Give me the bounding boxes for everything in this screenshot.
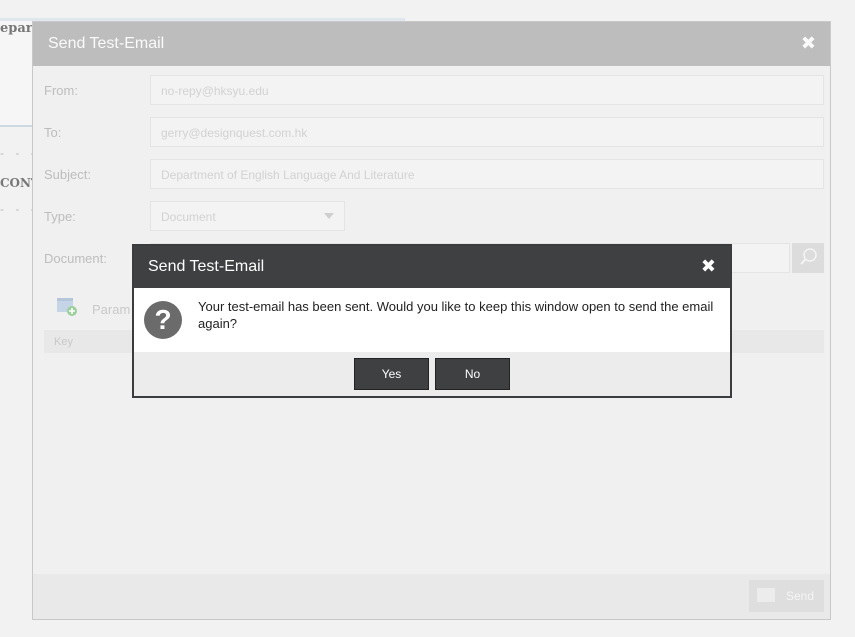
dialog-titlebar: Send Test-Email ✖ — [33, 22, 830, 66]
close-icon[interactable]: ✖ — [701, 256, 716, 277]
search-icon — [800, 248, 817, 265]
subject-row: Subject: Department of English Language … — [33, 159, 830, 191]
no-button[interactable]: No — [435, 358, 510, 390]
type-label: Type: — [44, 209, 76, 224]
document-label: Document: — [44, 251, 107, 266]
yes-button[interactable]: Yes — [354, 358, 429, 390]
add-parameter-icon[interactable] — [57, 298, 77, 316]
to-row: To: gerry@designquest.com.hk — [33, 117, 830, 149]
confirmation-dialog: Send Test-Email ✖ ? Your test-email has … — [132, 244, 732, 398]
from-field[interactable]: no-repy@hksyu.edu — [150, 75, 824, 105]
envelope-icon — [757, 588, 775, 602]
key-column-header: Key — [54, 336, 73, 348]
chevron-down-icon — [324, 213, 334, 219]
from-label: From: — [44, 83, 78, 98]
type-select-value: Document — [161, 210, 216, 224]
type-select[interactable]: Document — [150, 201, 345, 231]
from-row: From: no-repy@hksyu.edu — [33, 75, 830, 107]
document-search-button[interactable] — [792, 243, 824, 273]
question-icon: ? — [144, 301, 182, 339]
confirmation-title: Send Test-Email — [148, 258, 265, 275]
dialog-title: Send Test-Email — [48, 35, 165, 52]
confirmation-footer: Yes No — [134, 352, 730, 396]
confirmation-titlebar: Send Test-Email ✖ — [134, 246, 730, 288]
send-button[interactable]: Send — [749, 580, 824, 612]
confirmation-body: ? Your test-email has been sent. Would y… — [134, 288, 730, 352]
close-icon[interactable]: ✖ — [801, 33, 816, 54]
type-row: Type: Document — [33, 201, 830, 233]
send-label: Send — [786, 589, 815, 603]
to-field[interactable]: gerry@designquest.com.hk — [150, 117, 824, 147]
confirmation-message: Your test-email has been sent. Would you… — [198, 299, 714, 331]
dialog-footer: Send — [33, 574, 830, 619]
subject-field[interactable]: Department of English Language And Liter… — [150, 159, 824, 189]
subject-label: Subject: — [44, 167, 91, 182]
parameters-label: Param — [92, 302, 131, 317]
to-label: To: — [44, 125, 62, 140]
